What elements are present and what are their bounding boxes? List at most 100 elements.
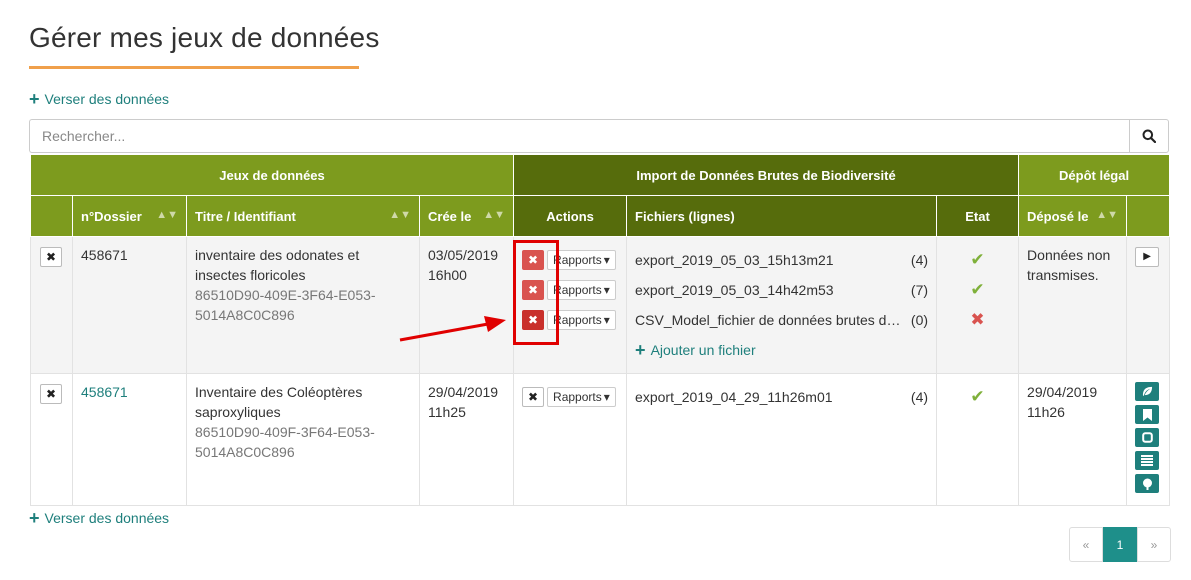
reports-label: Rapports <box>553 283 602 297</box>
leaf-icon <box>1142 386 1152 397</box>
file-item: CSV_Model_fichier de données brutes de b… <box>635 305 928 335</box>
check-icon: ✔ <box>970 387 985 406</box>
col-header-dossier[interactable]: n°Dossier ▲▼ <box>72 195 187 237</box>
col-header-tools <box>1126 195 1171 237</box>
list-icon <box>1141 455 1154 466</box>
file-actions: ✖ Rapports ▾ <box>522 385 618 409</box>
delete-file-button[interactable]: ✖ <box>522 280 545 300</box>
dataset-uuid: 86510D90-409E-3F64-E053-5014A8C0C896 <box>195 287 376 323</box>
times-icon: ✖ <box>45 250 57 264</box>
caret-down-icon: ▾ <box>603 253 610 267</box>
dossier-number: 458671 <box>72 236 187 374</box>
file-actions: ✖ Rapports ▾ <box>522 308 618 332</box>
submit-button[interactable]: ▶ <box>1135 247 1160 267</box>
table-row: ✖ 458671 Inventaire des Coléoptères sapr… <box>30 373 1171 506</box>
file-actions: ✖ Rapports ▾ <box>522 248 618 272</box>
tree-icon <box>1142 478 1152 490</box>
sort-icon: ▲▼ <box>389 208 411 221</box>
file-count: (7) <box>910 282 929 298</box>
file-name: export_2019_05_03_14h42m53 <box>635 282 834 298</box>
datasets-table: Jeux de données Import de Données Brutes… <box>29 154 1171 506</box>
square-button[interactable] <box>1135 428 1160 447</box>
group-header-datasets: Jeux de données <box>29 154 515 196</box>
deposited-status: Données non transmises. <box>1018 236 1128 374</box>
list-button[interactable] <box>1135 451 1160 470</box>
pagination-page-1[interactable]: 1 <box>1103 527 1137 562</box>
file-item: export_2019_05_03_14h42m53 (7) <box>635 275 928 305</box>
col-dossier-label: n°Dossier <box>81 208 142 224</box>
check-icon: ✔ <box>970 280 985 299</box>
col-header-blank <box>30 195 73 237</box>
file-name: CSV_Model_fichier de données brutes de b… <box>635 312 903 328</box>
reports-label: Rapports <box>553 313 602 327</box>
caret-down-icon: ▾ <box>603 390 610 404</box>
delete-file-button[interactable]: ✖ <box>522 310 545 330</box>
file-item: export_2019_04_29_11h26m01 (4) <box>635 382 928 412</box>
col-header-deposited[interactable]: Déposé le ▲▼ <box>1018 195 1128 237</box>
plus-icon: + <box>29 508 40 528</box>
col-header-title[interactable]: Titre / Identifiant ▲▼ <box>186 195 420 237</box>
page-title: Gérer mes jeux de données <box>29 22 380 53</box>
group-header-import: Import de Données Brutes de Biodiversité <box>513 154 1020 196</box>
leaf-button[interactable] <box>1135 382 1160 401</box>
reports-label: Rapports <box>553 390 602 404</box>
bookmark-icon <box>1142 408 1152 421</box>
col-header-created[interactable]: Crée le ▲▼ <box>418 195 515 237</box>
reports-dropdown[interactable]: Rapports ▾ <box>547 310 616 330</box>
caret-down-icon: ▾ <box>603 283 610 297</box>
caret-down-icon: ▾ <box>603 313 610 327</box>
search-icon <box>1142 129 1156 143</box>
reports-dropdown[interactable]: Rapports ▾ <box>547 387 616 407</box>
add-file-link[interactable]: + Ajouter un fichier <box>635 335 928 365</box>
dataset-title: Inventaire des Coléoptères saproxyliques <box>195 384 363 420</box>
add-file-label: Ajouter un fichier <box>650 342 756 358</box>
add-data-label: Verser des données <box>44 91 170 107</box>
title-underline <box>29 66 359 69</box>
dossier-link[interactable]: 458671 <box>81 384 128 400</box>
tree-button[interactable] <box>1135 474 1160 493</box>
file-count: (4) <box>910 389 929 405</box>
delete-row-button[interactable]: ✖ <box>40 384 62 404</box>
add-data-link-top[interactable]: + Verser des données <box>29 90 169 108</box>
col-title-label: Titre / Identifiant <box>195 208 296 224</box>
pagination-next[interactable]: » <box>1137 527 1171 562</box>
times-icon: ✖ <box>528 253 539 267</box>
pagination: « 1 » <box>1069 527 1171 562</box>
play-icon: ▶ <box>1143 251 1151 262</box>
col-created-label: Crée le <box>428 208 472 224</box>
group-header-legal: Dépôt légal <box>1018 154 1171 196</box>
bookmark-button[interactable] <box>1135 405 1160 424</box>
dataset-title: inventaire des odonates et insectes flor… <box>195 247 360 283</box>
deposited-date: 29/04/2019 11h26 <box>1018 373 1128 506</box>
pagination-prev[interactable]: « <box>1069 527 1103 562</box>
times-icon: ✖ <box>528 390 539 404</box>
times-icon: ✖ <box>528 313 539 327</box>
search-button[interactable] <box>1129 119 1169 153</box>
file-count: (4) <box>910 252 929 268</box>
sort-icon: ▲▼ <box>1096 208 1119 221</box>
plus-icon: + <box>29 89 40 109</box>
col-header-state: Etat <box>936 195 1020 237</box>
delete-file-button[interactable]: ✖ <box>522 250 545 270</box>
delete-file-button[interactable]: ✖ <box>522 387 545 407</box>
add-data-link-bottom[interactable]: + Verser des données <box>29 509 169 527</box>
created-date: 29/04/2019 11h25 <box>418 373 515 506</box>
error-x-icon: ✖ <box>970 310 985 329</box>
times-icon: ✖ <box>528 283 539 297</box>
file-count: (0) <box>910 312 929 328</box>
reports-dropdown[interactable]: Rapports ▾ <box>547 250 616 270</box>
plus-icon: + <box>635 340 646 360</box>
square-icon <box>1141 432 1153 443</box>
search-input[interactable] <box>29 119 1129 153</box>
reports-label: Rapports <box>553 253 602 267</box>
times-icon: ✖ <box>45 387 57 401</box>
col-header-files: Fichiers (lignes) <box>626 195 938 237</box>
table-row: ✖ 458671 inventaire des odonates et inse… <box>30 236 1171 374</box>
created-date: 03/05/2019 16h00 <box>418 236 515 374</box>
file-name: export_2019_04_29_11h26m01 <box>635 389 833 405</box>
delete-row-button[interactable]: ✖ <box>40 247 62 267</box>
dataset-uuid: 86510D90-409F-3F64-E053-5014A8C0C896 <box>195 424 375 460</box>
search-bar <box>29 119 1169 153</box>
reports-dropdown[interactable]: Rapports ▾ <box>547 280 616 300</box>
col-deposited-label: Déposé le <box>1027 208 1089 224</box>
